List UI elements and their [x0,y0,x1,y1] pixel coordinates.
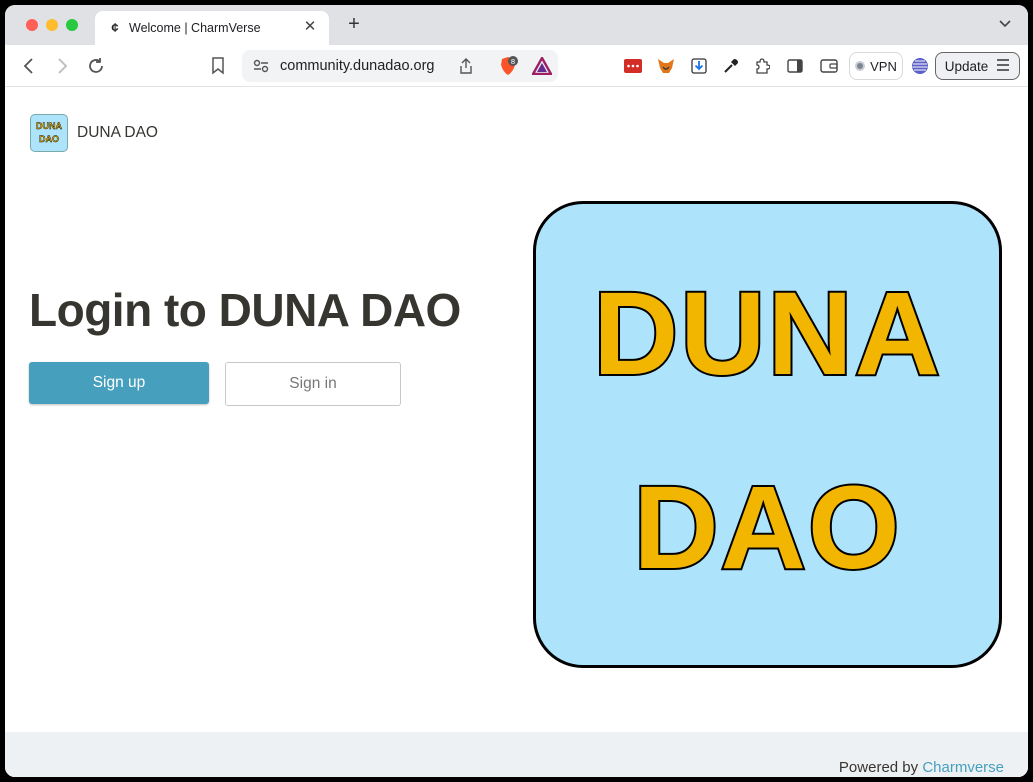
hamburger-menu-icon [996,58,1010,74]
vpn-label: VPN [870,58,897,74]
update-button[interactable]: Update [935,52,1020,80]
vpn-status-icon [855,61,866,71]
browser-window: ¢ Welcome | CharmVerse ✕ + community.dun… [5,5,1028,777]
eyedropper-icon[interactable] [721,56,741,76]
wallet-icon[interactable] [819,56,839,76]
address-bar[interactable]: community.dunadao.org 8 [242,50,558,82]
close-window-button[interactable] [26,19,38,31]
extensions-puzzle-icon[interactable] [752,56,772,76]
powered-by-text: Powered by Charmverse [838,759,1004,776]
duna-dao-logo: DUNA DAO [30,114,68,152]
sign-in-button[interactable]: Sign in [225,362,401,406]
browser-toolbar: community.dunadao.org 8 VPN Update [5,45,1028,87]
download-icon[interactable] [689,56,709,76]
sign-up-button[interactable]: Sign up [29,362,209,404]
sidebar-toggle-icon[interactable] [785,56,805,76]
password-manager-icon[interactable] [623,56,643,76]
site-settings-icon[interactable] [253,58,269,74]
brave-rewards-icon[interactable] [532,56,552,76]
charmverse-link[interactable]: Charmverse [922,759,1004,776]
metamask-fox-icon[interactable] [656,56,676,76]
vpn-button[interactable]: VPN [849,52,903,80]
page-title: Login to DUNA DAO [29,284,461,336]
tab-welcome[interactable]: ¢ Welcome | CharmVerse ✕ [95,11,329,45]
tab-bar: ¢ Welcome | CharmVerse ✕ + [5,5,1028,45]
charmverse-favicon-icon: ¢ [111,20,119,35]
back-icon[interactable] [17,54,41,78]
page-content: DUNA DAO DUNA DAO Login to DUNA DAO Sign… [5,87,1028,777]
profile-avatar-icon[interactable] [910,56,930,76]
share-icon[interactable] [458,58,474,74]
brand-name: DUNA DAO [77,124,158,141]
address-text: community.dunadao.org [280,58,435,74]
hero-text-line-1: DUNA [591,266,942,402]
duna-dao-hero-image: DUNA DAO [533,201,1002,668]
footer: Powered by Charmverse [5,732,1028,777]
brave-shields-icon[interactable]: 8 [498,56,518,76]
update-label: Update [944,58,989,74]
new-tab-icon[interactable]: + [343,13,365,35]
chevron-down-icon[interactable] [996,15,1014,33]
bookmark-icon[interactable] [206,54,230,78]
hero-text-line-2: DAO [631,460,902,596]
reload-icon[interactable] [84,54,108,78]
minimize-window-button[interactable] [46,19,58,31]
tab-close-icon[interactable]: ✕ [301,18,319,36]
brave-badge-count: 8 [511,58,515,66]
forward-icon[interactable] [50,54,74,78]
tab-title: Welcome | CharmVerse [129,21,261,35]
maximize-window-button[interactable] [66,19,78,31]
